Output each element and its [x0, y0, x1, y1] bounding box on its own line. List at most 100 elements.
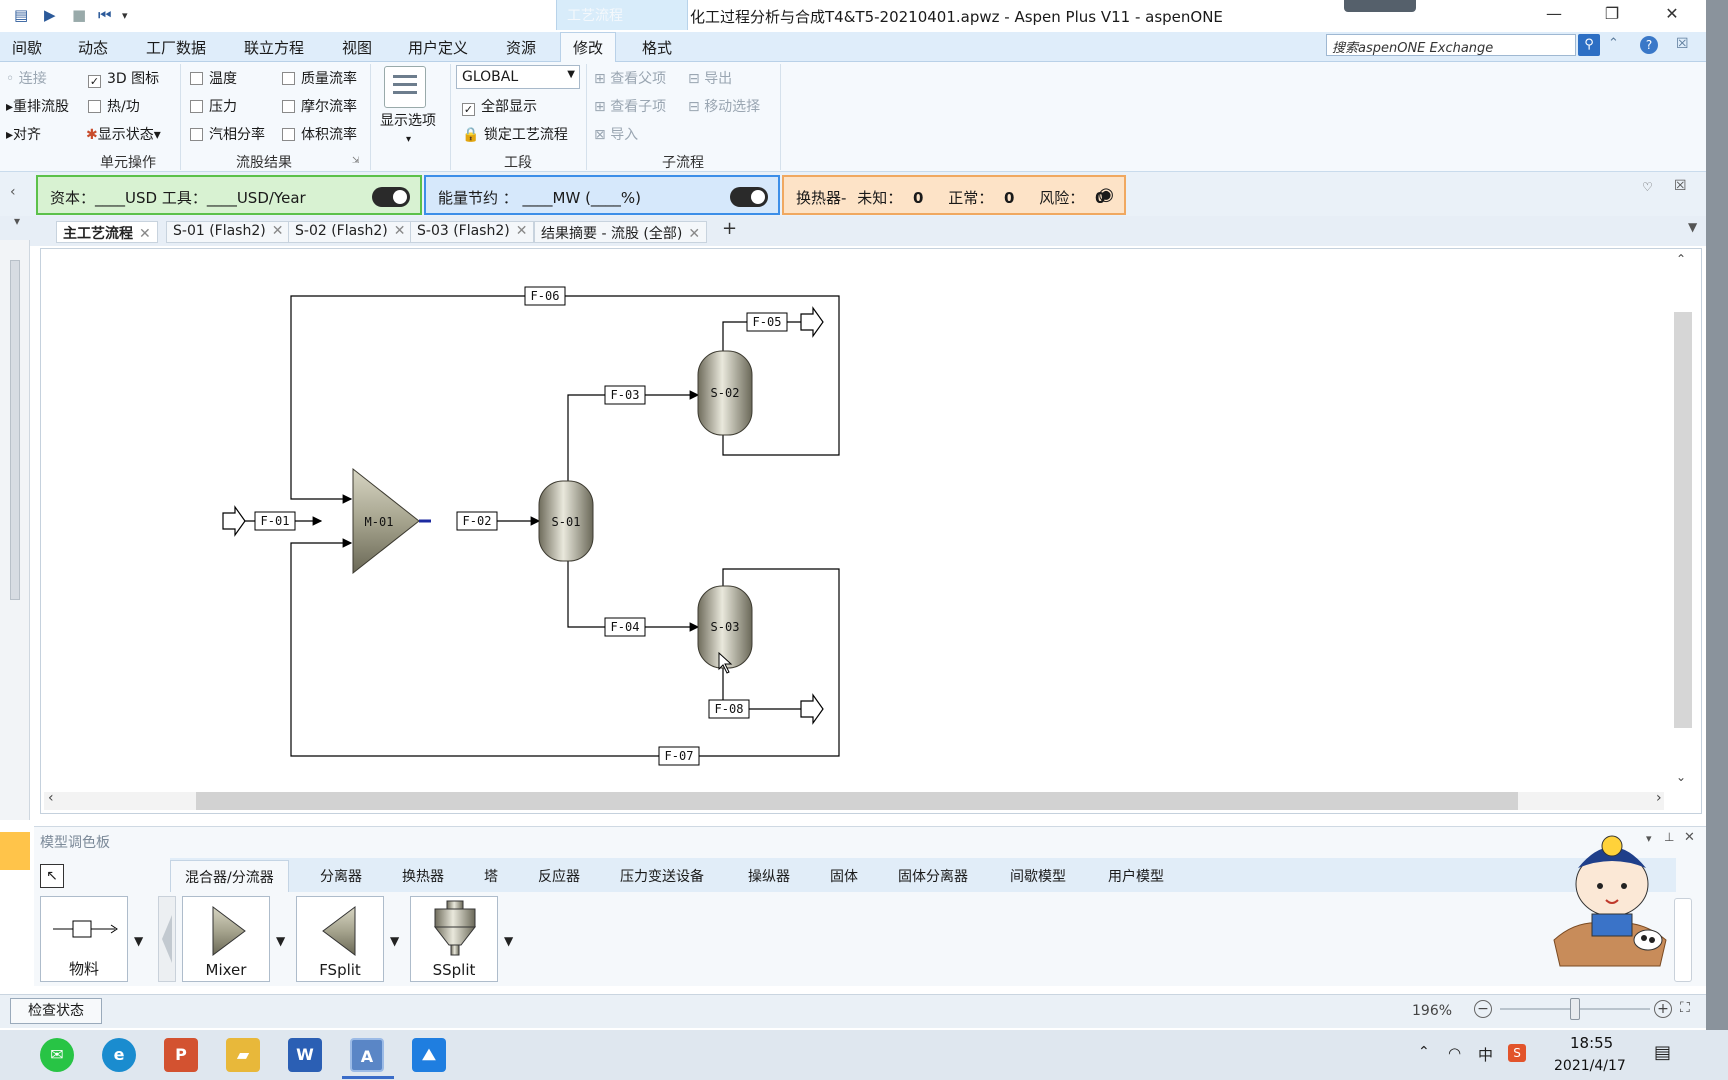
show-status-dropdown[interactable]: ✱显示状态▾	[86, 124, 161, 144]
tab-format[interactable]: 格式	[642, 37, 672, 58]
tab-customize[interactable]: 用户定义	[408, 37, 468, 58]
chevron-down-icon[interactable]: ▾	[14, 214, 20, 228]
fit-to-window-icon[interactable]: ⛶	[1680, 1000, 1690, 1016]
tab-resources[interactable]: 资源	[506, 37, 536, 58]
close-activation-icon[interactable]: ☒	[1674, 178, 1687, 194]
tab-batch[interactable]: 间歇	[12, 37, 42, 58]
stream-line[interactable]	[567, 561, 700, 632]
tab-dynamics[interactable]: 动态	[78, 37, 108, 58]
palette-item-mixer[interactable]: Mixer	[182, 896, 270, 982]
cost-toggle[interactable]	[372, 187, 410, 207]
palette-tab-columns[interactable]: 塔	[484, 866, 498, 886]
palette-side-tab[interactable]	[0, 832, 30, 870]
tab-equation-oriented[interactable]: 联立方程	[244, 37, 304, 58]
section-select[interactable]: GLOBAL ▼	[456, 65, 580, 89]
palette-tab-exchangers[interactable]: 换热器	[402, 866, 444, 886]
palette-tab-solids-separators[interactable]: 固体分离器	[898, 866, 968, 886]
edge-browser-icon[interactable]: e	[102, 1038, 136, 1072]
collapse-ribbon-icon[interactable]: ⌃	[1608, 36, 1619, 51]
clock-date[interactable]: 2021/4/17	[1554, 1058, 1626, 1074]
heat-work-checkbox[interactable]: 热/功	[88, 96, 140, 116]
palette-tab-user-models[interactable]: 用户模型	[1108, 866, 1164, 886]
doc-tab-s02[interactable]: S-02 (Flash2) ✕	[288, 221, 413, 243]
ssplit-dropdown-icon[interactable]: ▼	[504, 934, 513, 948]
display-options-button[interactable]: 显示选项	[380, 110, 436, 130]
wechat-icon[interactable]: ✉	[40, 1038, 74, 1072]
volume-flow-checkbox[interactable]: 体积流率	[282, 124, 357, 144]
run-icon[interactable]: ▶	[44, 6, 56, 24]
horizontal-scrollbar-thumb[interactable]	[196, 792, 1518, 810]
notification-icon[interactable]: ▤	[1654, 1042, 1671, 1063]
tab-view[interactable]: 视图	[342, 37, 372, 58]
display-options-icon[interactable]	[384, 66, 426, 108]
vapor-fraction-checkbox[interactable]: 汽相分率	[190, 124, 265, 144]
stream-line[interactable]	[567, 390, 700, 481]
palette-vertical-scrollbar[interactable]	[1674, 898, 1692, 982]
close-icon[interactable]: ✕	[394, 223, 406, 239]
tab-modify[interactable]: 修改	[560, 32, 617, 63]
palette-item-fsplit[interactable]: FSplit	[296, 896, 384, 982]
tab-list-icon[interactable]: ▼	[1688, 220, 1697, 234]
scroll-left-icon[interactable]: ‹	[48, 790, 54, 806]
tab-plant-data[interactable]: 工厂数据	[146, 37, 206, 58]
stream-line[interactable]	[290, 538, 840, 757]
palette-tab-solids[interactable]: 固体	[830, 866, 858, 886]
mole-flow-checkbox[interactable]: 摩尔流率	[282, 96, 357, 116]
cost-panel[interactable]: 资本：____USD 工具：____USD/Year	[36, 175, 422, 215]
show-all-checkbox[interactable]: ✓ 全部显示	[462, 96, 537, 116]
material-dropdown-icon[interactable]: ▼	[134, 934, 143, 948]
close-icon[interactable]: ✕	[516, 223, 528, 239]
chevron-down-icon[interactable]: ▾	[406, 134, 411, 145]
palette-tab-mixers-splitters[interactable]: 混合器/分流器	[170, 860, 289, 892]
palette-tab-reactors[interactable]: 反应器	[538, 866, 580, 886]
customize-toolbar-icon[interactable]: ▾	[122, 9, 128, 22]
close-icon[interactable]: ✕	[688, 226, 700, 242]
doc-tab-results-summary[interactable]: 结果摘要 - 流股 (全部) ✕	[534, 221, 708, 243]
dialog-launcher-icon[interactable]: ⇲	[352, 156, 360, 166]
palette-tab-pressure-changers[interactable]: 压力变送设备	[620, 866, 704, 886]
context-tab[interactable]: 工艺流程	[556, 0, 688, 30]
close-icon[interactable]: ✕	[272, 223, 284, 239]
palette-scroll-left[interactable]	[158, 896, 176, 982]
palette-tab-manipulators[interactable]: 操纵器	[748, 866, 790, 886]
export-button[interactable]: ⊟ 导出	[688, 68, 732, 88]
photos-icon[interactable]: ⛰	[412, 1038, 446, 1072]
lock-flowsheet-button[interactable]: 🔒 锁定工艺流程	[462, 124, 568, 144]
clock-time[interactable]: 18:55	[1570, 1034, 1613, 1052]
vertical-scrollbar-thumb[interactable]	[1674, 312, 1692, 728]
view-child-button[interactable]: ⊞ 查看子项	[594, 96, 666, 116]
import-button[interactable]: ⊠ 导入	[594, 124, 638, 144]
search-icon[interactable]: ⚲	[1578, 34, 1600, 56]
pressure-checkbox[interactable]: 压力	[190, 96, 237, 116]
add-tab-icon[interactable]: +	[722, 218, 737, 239]
mixer-dropdown-icon[interactable]: ▼	[276, 934, 285, 948]
close-ribbon-icon[interactable]: ☒	[1676, 36, 1689, 52]
zoom-out-icon[interactable]: −	[1474, 1000, 1492, 1018]
reroute-streams-button[interactable]: ▸重排流股	[6, 96, 69, 116]
view-parent-button[interactable]: ⊞ 查看父项	[594, 68, 666, 88]
palette-tab-batch-models[interactable]: 间歇模型	[1010, 866, 1066, 886]
close-icon[interactable]: ✕	[139, 226, 151, 242]
aspen-plus-icon[interactable]: A	[350, 1038, 384, 1072]
energy-panel[interactable]: 能量节约 ： ____MW (____%)	[424, 175, 780, 215]
flowsheet-canvas[interactable]: M-01 S-01 S-02 S-03 F-01 F-02 F-03 F-04 …	[40, 248, 1702, 814]
scroll-right-icon[interactable]: ›	[1656, 790, 1662, 806]
scroll-down-icon[interactable]: ⌄	[1676, 770, 1686, 784]
move-selection-button[interactable]: ⊟ 移动选择	[688, 96, 760, 116]
navigation-scrollbar[interactable]	[10, 260, 20, 600]
collapse-icon[interactable]: ♡	[1642, 180, 1653, 194]
doc-tab-main-flowsheet[interactable]: 主工艺流程 ✕	[56, 221, 158, 243]
palette-item-material[interactable]: 物料	[40, 896, 128, 982]
zoom-slider-thumb[interactable]	[1570, 998, 1580, 1020]
stop-icon[interactable]: ■	[72, 6, 86, 24]
restore-button[interactable]: ❐	[1594, 4, 1630, 28]
navigation-pane-collapsed[interactable]	[0, 240, 30, 820]
select-pointer-icon[interactable]: ↖	[40, 864, 64, 888]
hx-status-icon[interactable]: ◉	[1098, 184, 1114, 205]
reset-icon[interactable]: ⏮	[98, 6, 112, 24]
connect-button[interactable]: ◦ 连接	[6, 68, 47, 88]
zoom-in-icon[interactable]: +	[1654, 1000, 1672, 1018]
minimize-button[interactable]: —	[1536, 4, 1572, 28]
palette-tab-separators[interactable]: 分离器	[320, 866, 362, 886]
heat-exchanger-panel[interactable]: 换热器- 未知： 0 正常： 0 风险： 0 ◉	[782, 175, 1126, 215]
